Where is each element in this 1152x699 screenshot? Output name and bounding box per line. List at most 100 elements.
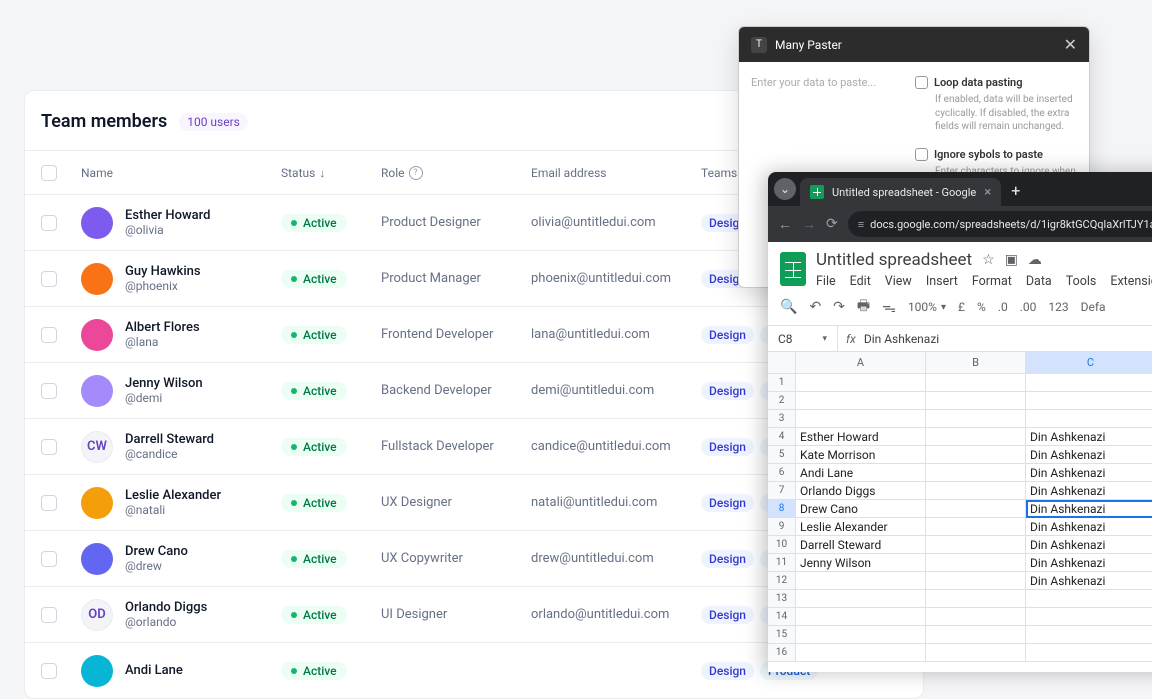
cell[interactable]: Jenny Wilson xyxy=(796,554,926,572)
paster-titlebar[interactable]: T Many Paster ✕ xyxy=(739,27,1089,62)
menu-item-edit[interactable]: Edit xyxy=(850,274,871,289)
column-name[interactable]: Name xyxy=(81,166,281,180)
option-checkbox[interactable] xyxy=(915,76,928,89)
row-header[interactable]: 6 xyxy=(768,464,796,482)
row-checkbox[interactable] xyxy=(41,327,57,343)
grid-corner[interactable] xyxy=(768,352,796,374)
cell[interactable] xyxy=(926,410,1026,428)
cell[interactable]: Din Ashkenazi xyxy=(1026,428,1152,446)
cell[interactable] xyxy=(1026,608,1152,626)
paint-format-icon[interactable]: ᯓ xyxy=(882,298,896,317)
column-header[interactable]: B xyxy=(926,352,1026,374)
select-all-checkbox[interactable] xyxy=(41,165,57,181)
menu-item-format[interactable]: Format xyxy=(972,274,1012,289)
cell[interactable]: Kate Morrison xyxy=(796,446,926,464)
cell[interactable] xyxy=(1026,374,1152,392)
search-icon[interactable]: 🔍 xyxy=(780,299,797,315)
move-icon[interactable]: ▣ xyxy=(1005,252,1018,268)
menu-item-data[interactable]: Data xyxy=(1026,274,1052,289)
cell[interactable]: Din Ashkenazi xyxy=(1026,482,1152,500)
cell[interactable] xyxy=(926,464,1026,482)
row-header[interactable]: 7 xyxy=(768,482,796,500)
cell[interactable] xyxy=(926,626,1026,644)
column-email[interactable]: Email address xyxy=(531,166,701,180)
print-icon[interactable]: 🖶 xyxy=(857,295,870,319)
column-header[interactable]: A xyxy=(796,352,926,374)
row-header[interactable]: 9 xyxy=(768,518,796,536)
toolbar-button[interactable]: £ xyxy=(958,300,965,314)
undo-icon[interactable]: ↶ xyxy=(809,299,821,315)
row-header[interactable]: 1 xyxy=(768,374,796,392)
cell[interactable] xyxy=(926,518,1026,536)
row-header[interactable]: 4 xyxy=(768,428,796,446)
cell[interactable] xyxy=(926,446,1026,464)
close-icon[interactable]: ✕ xyxy=(1064,35,1077,54)
help-icon[interactable]: ? xyxy=(409,166,423,180)
cell[interactable] xyxy=(926,572,1026,590)
new-tab-button[interactable]: + xyxy=(1001,181,1030,206)
cell[interactable] xyxy=(1026,590,1152,608)
toolbar-button[interactable]: 123 xyxy=(1048,300,1068,314)
row-header[interactable]: 2 xyxy=(768,392,796,410)
star-icon[interactable]: ☆ xyxy=(982,252,995,268)
column-header[interactable]: C xyxy=(1026,352,1152,374)
cell[interactable] xyxy=(926,554,1026,572)
row-header[interactable]: 12 xyxy=(768,572,796,590)
tab-close-icon[interactable]: × xyxy=(984,185,991,200)
column-status[interactable]: Status ↓ xyxy=(281,166,381,180)
site-info-icon[interactable]: ≡ xyxy=(858,218,864,231)
cell[interactable] xyxy=(796,410,926,428)
row-checkbox[interactable] xyxy=(41,215,57,231)
spreadsheet-grid[interactable]: ABC1234Esther HowardDin Ashkenazi5Kate M… xyxy=(768,352,1152,662)
cell[interactable] xyxy=(796,374,926,392)
cell[interactable] xyxy=(796,572,926,590)
cell[interactable] xyxy=(926,374,1026,392)
row-header[interactable]: 15 xyxy=(768,626,796,644)
toolbar-button[interactable]: .00 xyxy=(1020,300,1037,314)
cell[interactable]: Esther Howard xyxy=(796,428,926,446)
cell[interactable]: Orlando Diggs xyxy=(796,482,926,500)
cell[interactable] xyxy=(926,500,1026,518)
tab-search-button[interactable]: ⌄ xyxy=(774,178,796,200)
cell[interactable] xyxy=(926,428,1026,446)
cell[interactable]: Drew Cano xyxy=(796,500,926,518)
cell[interactable]: Andi Lane xyxy=(796,464,926,482)
cell[interactable]: Din Ashkenazi xyxy=(1026,554,1152,572)
menu-item-tools[interactable]: Tools xyxy=(1066,274,1097,289)
omnibox[interactable]: ≡ docs.google.com/spreadsheets/d/1igr8kt… xyxy=(848,211,1152,237)
cell[interactable]: Din Ashkenazi xyxy=(1026,446,1152,464)
cell[interactable] xyxy=(1026,626,1152,644)
menu-item-view[interactable]: View xyxy=(885,274,912,289)
cell[interactable]: Din Ashkenazi xyxy=(1026,464,1152,482)
cell[interactable] xyxy=(926,392,1026,410)
cell[interactable] xyxy=(926,590,1026,608)
row-header[interactable]: 16 xyxy=(768,644,796,662)
menu-item-insert[interactable]: Insert xyxy=(926,274,958,289)
toolbar-button[interactable]: % xyxy=(977,300,986,314)
row-header[interactable]: 8 xyxy=(768,500,796,518)
redo-icon[interactable]: ↷ xyxy=(833,299,845,315)
browser-tab[interactable]: Untitled spreadsheet - Google × xyxy=(800,178,1001,206)
formula-text[interactable]: Din Ashkenazi xyxy=(864,332,939,346)
cell[interactable] xyxy=(796,608,926,626)
cell[interactable] xyxy=(1026,410,1152,428)
cell[interactable] xyxy=(796,626,926,644)
cell[interactable] xyxy=(1026,392,1152,410)
row-header[interactable]: 13 xyxy=(768,590,796,608)
toolbar-button[interactable]: Defa xyxy=(1081,300,1106,314)
cell[interactable]: Leslie Alexander xyxy=(796,518,926,536)
cell[interactable] xyxy=(796,590,926,608)
column-role[interactable]: Role ? xyxy=(381,166,531,180)
row-checkbox[interactable] xyxy=(41,663,57,679)
menu-item-extensions[interactable]: Extensions xyxy=(1110,274,1152,289)
row-checkbox[interactable] xyxy=(41,607,57,623)
cell[interactable] xyxy=(926,482,1026,500)
row-header[interactable]: 14 xyxy=(768,608,796,626)
spreadsheet-title[interactable]: Untitled spreadsheet xyxy=(816,250,972,270)
cell[interactable]: Darrell Steward xyxy=(796,536,926,554)
cloud-status-icon[interactable]: ☁ xyxy=(1028,252,1042,268)
menu-item-file[interactable]: File xyxy=(816,274,836,289)
option-checkbox[interactable] xyxy=(915,148,928,161)
cell[interactable]: Din Ashkenazi xyxy=(1026,536,1152,554)
cell[interactable] xyxy=(926,644,1026,662)
